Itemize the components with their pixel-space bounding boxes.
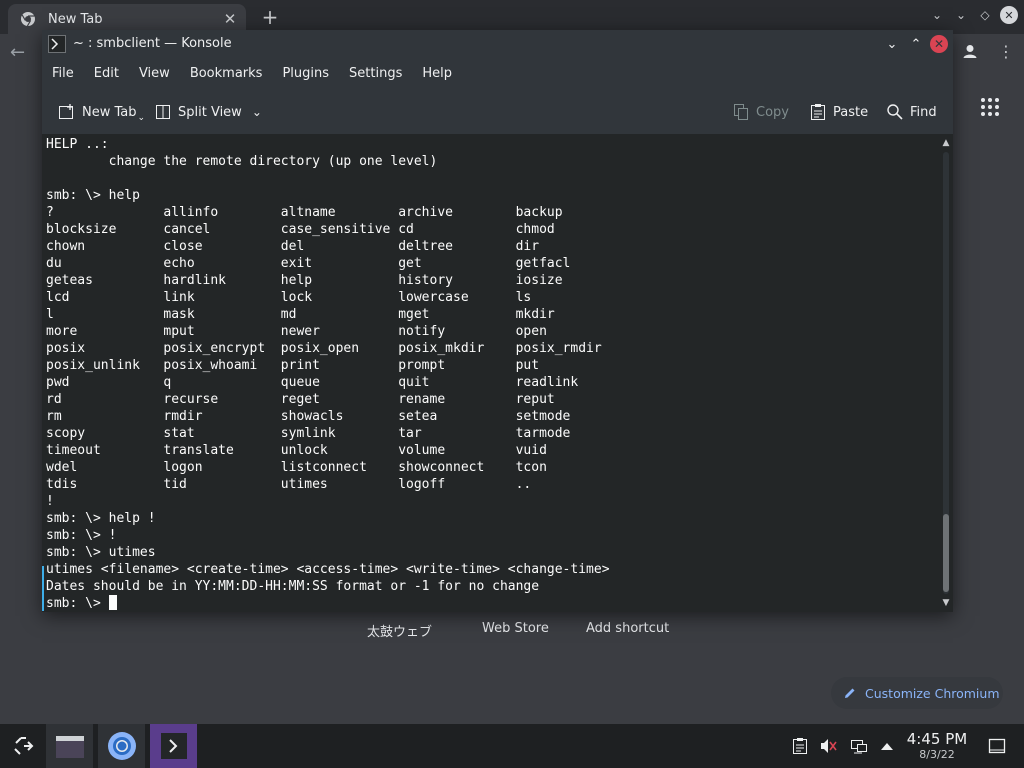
- shortcut-web-store[interactable]: Web Store: [482, 621, 549, 636]
- menu-settings[interactable]: Settings: [339, 59, 412, 89]
- terminal-cursor: [108, 595, 117, 610]
- scrollbar-thumb[interactable]: [943, 514, 949, 592]
- konsole-window: ~ : smbclient — Konsole ⌄ ⌃ ✕ File Edit …: [42, 30, 953, 612]
- menubar: File Edit View Bookmarks Plugins Setting…: [42, 59, 953, 89]
- konsole-toolbar: New Tab ⌄ Split View ⌄ Copy Paste Find: [42, 92, 953, 132]
- konsole-task-icon: [160, 733, 187, 759]
- copy-button[interactable]: Copy: [732, 92, 789, 132]
- task-dolphin[interactable]: [46, 724, 93, 768]
- menu-file[interactable]: File: [42, 59, 84, 89]
- tab-close-icon[interactable]: ✕: [220, 9, 240, 29]
- close-icon[interactable]: ✕: [930, 35, 948, 53]
- apps-grid-icon[interactable]: [980, 97, 1000, 117]
- shortcut-taiko-web[interactable]: 太鼓ウェブ: [367, 621, 432, 640]
- more-menu-icon[interactable]: ⋮: [996, 42, 1016, 62]
- new-tab-label: New Tab: [82, 104, 137, 120]
- browser-tab-strip: New Tab ✕ + ⌄ ⌄ ◇ ✕: [0, 0, 1024, 34]
- customize-label: Customize Chromium: [865, 685, 1000, 701]
- split-view-label: Split View: [178, 104, 242, 120]
- new-tab-button[interactable]: +: [258, 6, 282, 28]
- paste-label: Paste: [833, 104, 869, 120]
- clock-time: 4:45 PM: [906, 730, 968, 748]
- task-konsole[interactable]: [150, 724, 197, 768]
- minimize-icon[interactable]: ⌄: [882, 34, 902, 54]
- scroll-down-icon[interactable]: ▼: [939, 596, 953, 610]
- application-launcher-button[interactable]: [0, 724, 47, 768]
- terminal-output: HELP ..: change the remote directory (up…: [46, 136, 610, 612]
- terminal-prompt: smb: \>: [46, 596, 109, 611]
- split-view-button[interactable]: Split View ⌄: [154, 92, 262, 132]
- search-icon: [887, 104, 903, 120]
- back-arrow-icon[interactable]: ←: [10, 42, 25, 63]
- terminal-lines: HELP ..: change the remote directory (up…: [46, 137, 610, 594]
- tab-title: New Tab: [48, 11, 103, 27]
- minimize-icon[interactable]: ⌄: [952, 6, 970, 24]
- maximize-icon[interactable]: ◇: [976, 6, 994, 24]
- menu-view[interactable]: View: [129, 59, 180, 89]
- maximize-icon[interactable]: ⌃: [906, 34, 926, 54]
- split-view-icon: [156, 105, 170, 119]
- menu-edit[interactable]: Edit: [84, 59, 129, 89]
- tab-search-icon[interactable]: ⌄: [928, 6, 946, 24]
- taskbar: [0, 724, 1024, 768]
- profile-icon[interactable]: [960, 42, 980, 62]
- clipboard-tray-icon[interactable]: [790, 724, 810, 768]
- konsole-app-icon: [48, 35, 66, 53]
- new-tab-icon: [59, 104, 73, 119]
- konsole-titlebar[interactable]: ~ : smbclient — Konsole ⌄ ⌃ ✕: [42, 30, 953, 59]
- chromium-icon: [107, 732, 136, 760]
- folder-icon: [55, 736, 84, 758]
- volume-muted-icon[interactable]: [818, 724, 838, 768]
- digital-clock[interactable]: 4:45 PM 8/3/22: [898, 731, 976, 762]
- scroll-up-icon[interactable]: ▲: [939, 136, 953, 150]
- show-desktop-icon[interactable]: [986, 724, 1008, 768]
- find-label: Find: [910, 104, 937, 120]
- split-view-dropdown-icon[interactable]: ⌄: [252, 105, 262, 119]
- konsole-window-controls: ⌄ ⌃ ✕: [882, 34, 948, 54]
- find-button[interactable]: Find: [886, 92, 937, 132]
- shortcut-add[interactable]: Add shortcut: [586, 621, 669, 636]
- new-tab-dropdown-icon[interactable]: ⌄: [138, 113, 146, 123]
- copy-icon: [734, 104, 748, 120]
- paste-button[interactable]: Paste: [809, 92, 868, 132]
- menu-plugins[interactable]: Plugins: [272, 59, 339, 89]
- clock-date: 8/3/22: [919, 748, 955, 761]
- new-tab-button[interactable]: New Tab ⌄: [58, 92, 145, 132]
- window-title: ~ : smbclient — Konsole: [73, 36, 232, 51]
- browser-window-controls: ⌄ ⌄ ◇ ✕: [928, 6, 1018, 24]
- menu-bookmarks[interactable]: Bookmarks: [180, 59, 273, 89]
- command-marker: [42, 566, 44, 611]
- customize-chromium-button[interactable]: Customize Chromium: [831, 677, 1003, 709]
- task-chromium[interactable]: [98, 724, 145, 768]
- copy-label: Copy: [756, 104, 789, 120]
- terminal-scrollbar[interactable]: ▲ ▼: [939, 134, 953, 612]
- network-icon[interactable]: [848, 724, 870, 768]
- pencil-icon: [845, 688, 855, 698]
- launcher-icon: [13, 737, 33, 755]
- chromium-icon: [21, 12, 35, 27]
- terminal-area[interactable]: HELP ..: change the remote directory (up…: [42, 134, 953, 612]
- show-hidden-tray-icon[interactable]: [876, 724, 898, 768]
- browser-close-icon[interactable]: ✕: [1000, 6, 1018, 24]
- menu-help[interactable]: Help: [412, 59, 462, 89]
- paste-icon: [811, 104, 825, 120]
